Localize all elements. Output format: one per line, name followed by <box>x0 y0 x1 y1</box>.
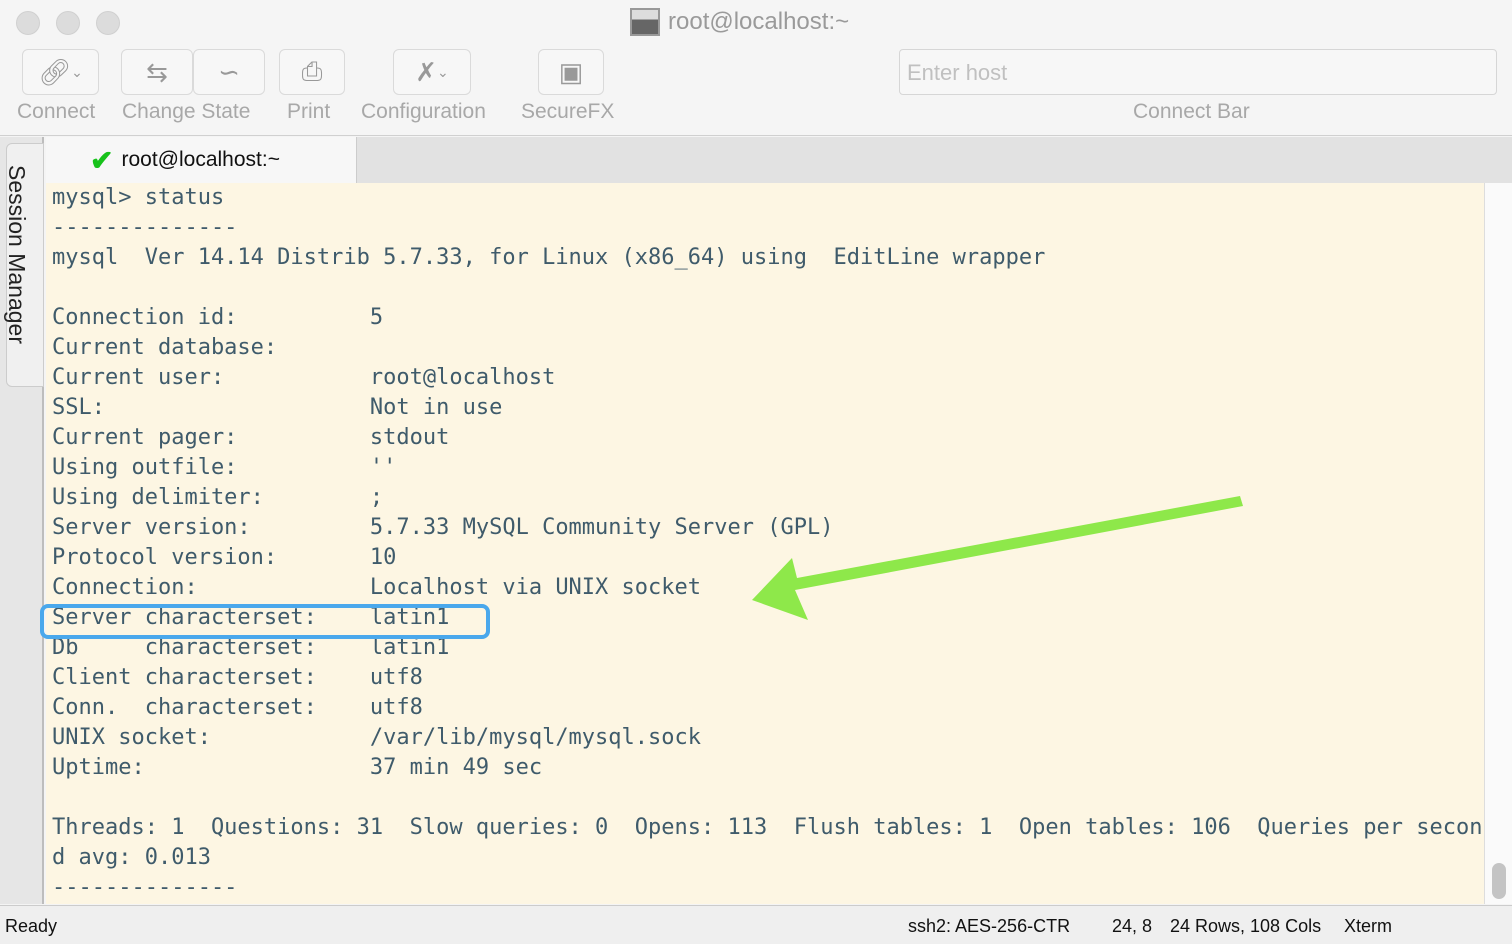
status-terminal-type: Xterm <box>1344 916 1393 936</box>
status-ready: Ready <box>5 916 58 936</box>
status-cipher: ssh2: AES-256-CTR <box>908 916 1071 936</box>
green-arrow-icon <box>752 496 1243 620</box>
status-cursor-position: 24, 8 <box>1112 916 1153 936</box>
status-terminal-size: 24 Rows, 108 Cols <box>1170 916 1322 936</box>
status-bar: Ready ssh2: AES-256-CTR 24, 8 24 Rows, 1… <box>0 905 1512 944</box>
annotation-arrow <box>752 496 1243 620</box>
